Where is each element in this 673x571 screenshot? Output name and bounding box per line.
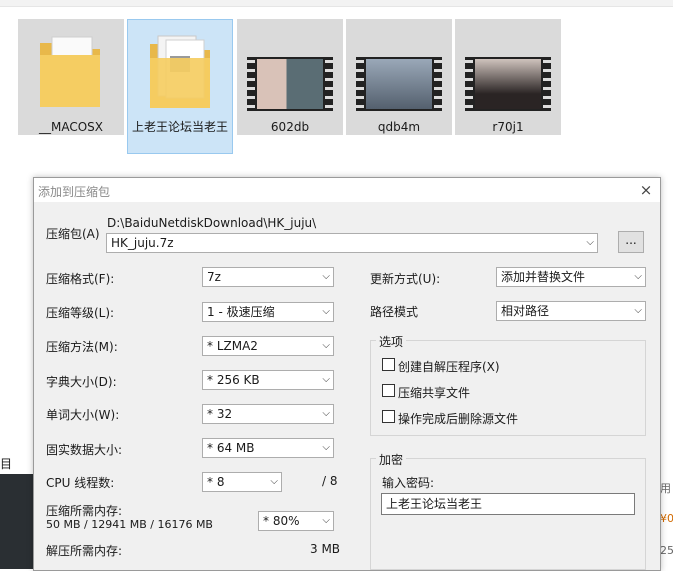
level-label: 压缩等级(L): (46, 306, 115, 320)
shared-files-checkbox[interactable] (382, 384, 395, 397)
mem-decompress-value: 3 MB (310, 542, 341, 556)
level-select[interactable]: 1 - 极速压缩 ⌵ (202, 302, 334, 322)
chevron-down-icon: ⌵ (322, 306, 330, 317)
format-label: 压缩格式(F): (46, 272, 115, 286)
right-cut-text-1: 用 (660, 482, 671, 495)
dialog-titlebar[interactable]: 添加到压缩包 × (34, 178, 660, 202)
threads-value: * 8 (207, 475, 225, 489)
encrypt-title: 加密 (376, 451, 407, 468)
explorer-top-strip (0, 0, 673, 7)
chevron-down-icon: ⌵ (634, 271, 642, 282)
file-item-label: r70j1 (492, 120, 524, 134)
dict-value: * 256 KB (207, 373, 260, 387)
archive-path: D:\BaiduNetdiskDownload\HK_juju\ (107, 216, 317, 230)
mem-compress-detail: 50 MB / 12941 MB / 16176 MB (46, 518, 213, 531)
file-item-video-602db[interactable]: 602db (237, 19, 343, 135)
update-select[interactable]: 添加并替换文件 ⌵ (496, 267, 646, 287)
chevron-down-icon: ⌵ (634, 305, 642, 316)
video-thumbnail-icon (465, 57, 551, 111)
chevron-down-icon: ⌵ (270, 476, 278, 487)
folder-icon (40, 36, 100, 107)
background-video-panel (0, 474, 34, 569)
path-mode-label: 路径模式 (370, 305, 419, 319)
mem-compress-label: 压缩所需内存: (46, 504, 123, 518)
word-select[interactable]: * 32 ⌵ (202, 404, 334, 424)
left-cut-text: 目 (0, 457, 13, 471)
mem-decompress-label: 解压所需内存: (46, 544, 123, 558)
sfx-label: 创建自解压程序(X) (398, 360, 500, 374)
delete-source-label: 操作完成后删除源文件 (398, 412, 519, 426)
password-value: 上老王论坛当老王 (386, 497, 483, 511)
file-item-label: __MACOSX (38, 120, 103, 134)
format-value: 7z (207, 270, 221, 284)
file-item-macosx[interactable]: __MACOSX (18, 19, 124, 135)
format-select[interactable]: 7z ⌵ (202, 267, 334, 287)
video-thumbnail-icon (247, 57, 333, 111)
threads-label: CPU 线程数: (46, 476, 115, 490)
chevron-down-icon: ⌵ (322, 442, 330, 453)
threads-select[interactable]: * 8 ⌵ (202, 472, 282, 492)
shared-files-label: 压缩共享文件 (398, 386, 471, 400)
chevron-down-icon: ⌵ (322, 271, 330, 282)
dict-select[interactable]: * 256 KB ⌵ (202, 370, 334, 390)
file-item-label: 602db (270, 120, 310, 134)
method-label: 压缩方法(M): (46, 340, 118, 354)
close-icon[interactable]: × (636, 180, 656, 200)
chevron-down-icon: ⌵ (322, 340, 330, 351)
level-value: 1 - 极速压缩 (207, 305, 275, 319)
update-value: 添加并替换文件 (501, 270, 586, 284)
chevron-down-icon: ⌵ (586, 237, 594, 248)
right-cut-text-2: ¥0 (660, 512, 673, 525)
chevron-down-icon: ⌵ (322, 408, 330, 419)
solid-label: 固实数据大小: (46, 443, 123, 457)
update-label: 更新方式(U): (370, 272, 441, 286)
mem-percent-value: * 80% (263, 514, 300, 528)
options-title: 选项 (376, 333, 407, 350)
mem-percent-select[interactable]: * 80% ⌵ (258, 511, 334, 531)
path-mode-value: 相对路径 (501, 304, 550, 318)
solid-select[interactable]: * 64 MB ⌵ (202, 438, 334, 458)
threads-max: / 8 (322, 474, 338, 488)
delete-source-checkbox[interactable] (382, 410, 395, 423)
file-item-label: qdb4m (377, 120, 421, 134)
solid-value: * 64 MB (207, 441, 255, 455)
method-select[interactable]: * LZMA2 ⌵ (202, 336, 334, 356)
file-item-folder-selected[interactable]: 上老王论坛当老王 (127, 19, 233, 154)
password-label: 输入密码: (382, 476, 435, 490)
path-mode-select[interactable]: 相对路径 ⌵ (496, 301, 646, 321)
word-label: 单词大小(W): (46, 408, 120, 422)
archive-label: 压缩包(A) (46, 227, 100, 241)
chevron-down-icon: ⌵ (322, 515, 330, 526)
password-input[interactable]: 上老王论坛当老王 (381, 493, 635, 515)
right-cut-text-3: 25 (660, 544, 673, 557)
archive-filename-combo[interactable]: HK_juju.7z ⌵ (106, 233, 598, 253)
dialog-title: 添加到压缩包 (38, 185, 111, 199)
video-thumbnail-icon (356, 57, 442, 111)
add-to-archive-dialog: 添加到压缩包 × 压缩包(A) D:\BaiduNetdiskDownload\… (33, 177, 661, 571)
file-item-video-r70j1[interactable]: r70j1 (455, 19, 561, 135)
browse-button[interactable]: ... (618, 231, 644, 253)
method-value: * LZMA2 (207, 339, 258, 353)
archive-filename-value: HK_juju.7z (111, 236, 174, 250)
file-item-label: 上老王论坛当老王 (131, 120, 228, 134)
word-value: * 32 (207, 407, 233, 421)
chevron-down-icon: ⌵ (322, 374, 330, 385)
file-item-video-qdb4m[interactable]: qdb4m (346, 19, 452, 135)
sfx-checkbox[interactable] (382, 358, 395, 371)
dict-label: 字典大小(D): (46, 375, 117, 389)
folder-icon (150, 35, 210, 108)
